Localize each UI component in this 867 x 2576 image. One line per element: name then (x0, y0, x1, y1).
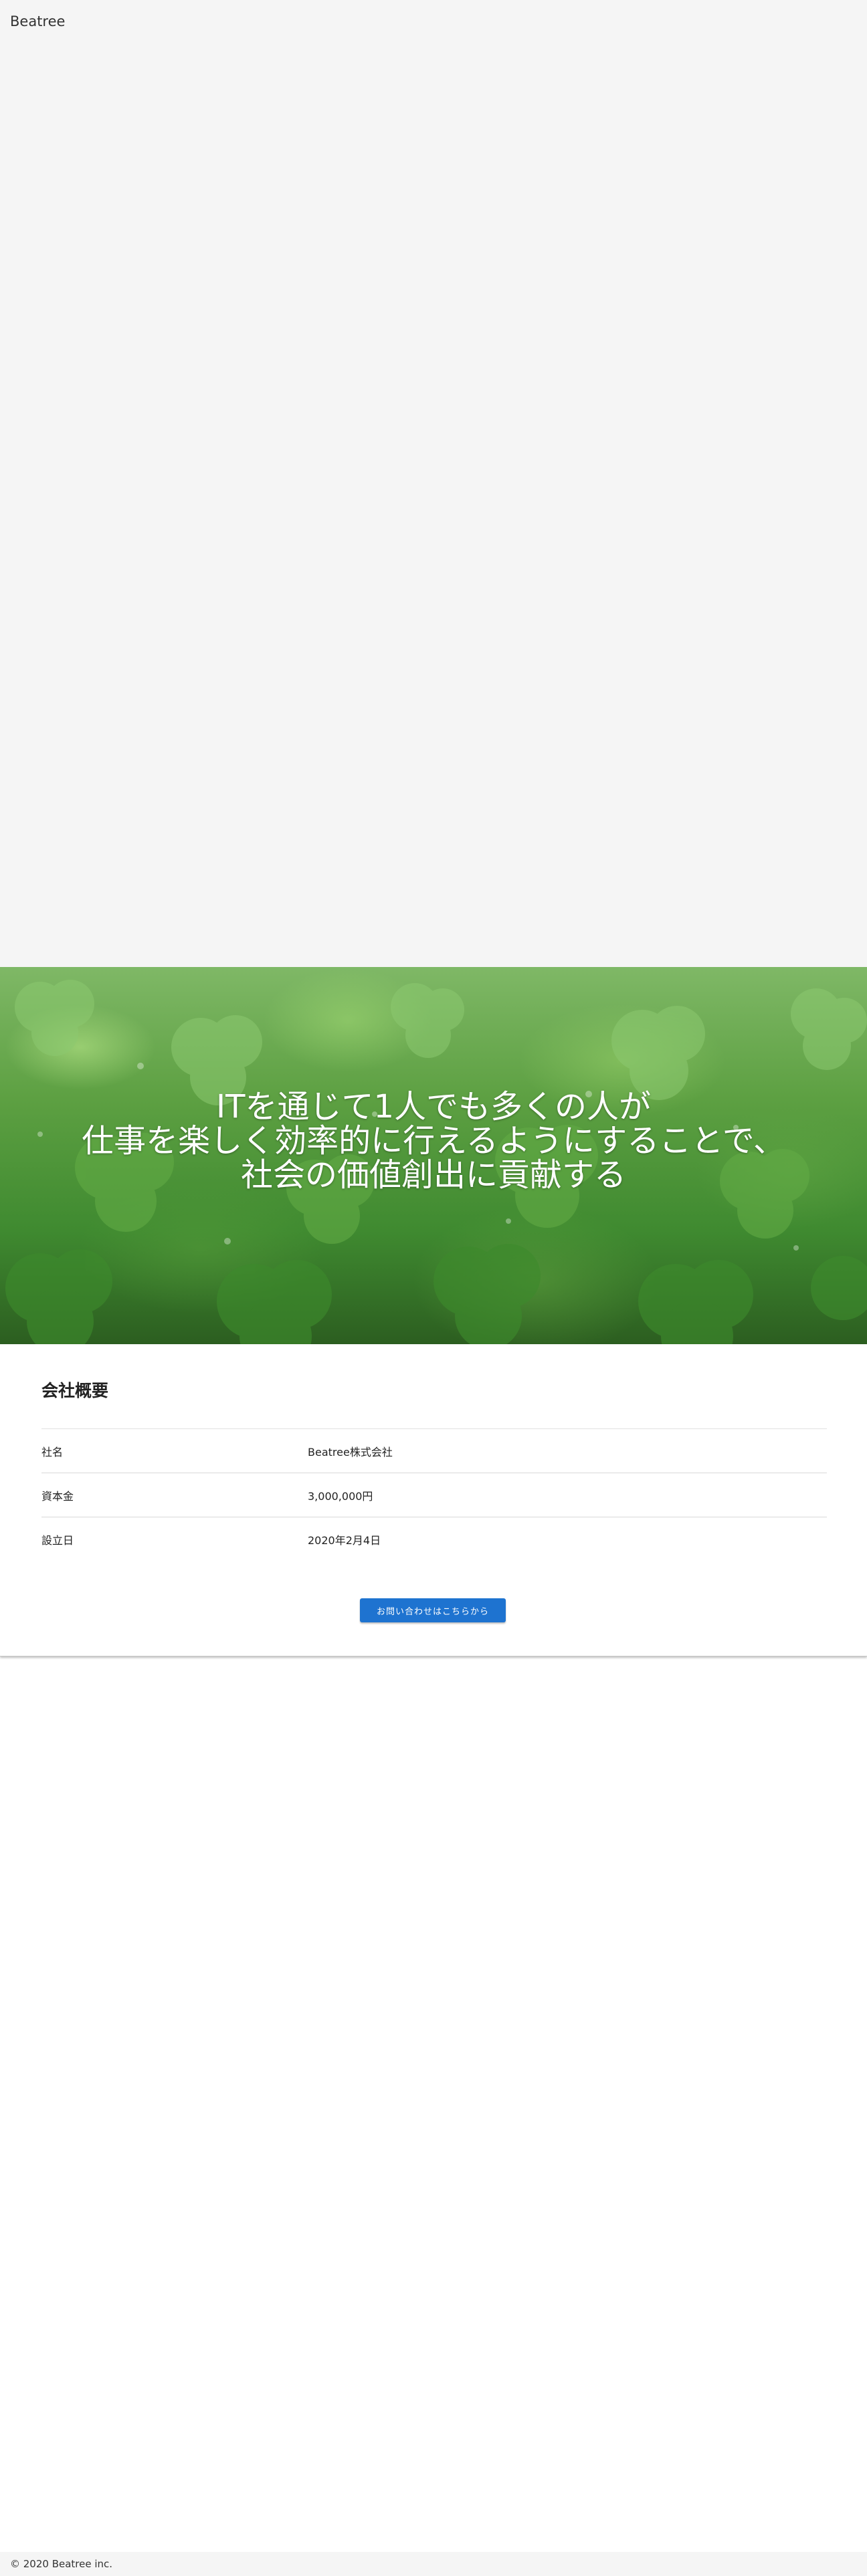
table-row: 資本金 3,000,000円 (41, 1473, 827, 1517)
site-brand[interactable]: Beatree (10, 13, 65, 29)
hero-line-1: ITを通じて1人でも多くの人が (215, 1088, 652, 1125)
header-area: Beatree (0, 0, 867, 967)
row-label-capital: 資本金 (41, 1489, 74, 1503)
table-row: 社名 Beatree株式会社 (41, 1428, 827, 1473)
hero-mission-statement: ITを通じて1人でも多くの人が 仕事を楽しく効率的に行えるようにすることで、 社… (0, 1090, 867, 1192)
row-value-capital: 3,000,000円 (308, 1489, 373, 1503)
table-row: 設立日 2020年2月4日 (41, 1517, 827, 1562)
row-value-founded: 2020年2月4日 (308, 1533, 381, 1547)
company-info-table: 社名 Beatree株式会社 資本金 3,000,000円 設立日 2020年2… (41, 1428, 827, 1562)
contact-button[interactable]: お問い合わせはこちらから (360, 1598, 506, 1622)
hero-line-3: 社会の価値創出に貢献する (240, 1156, 626, 1194)
hero-banner: ITを通じて1人でも多くの人が 仕事を楽しく効率的に行えるようにすることで、 社… (0, 967, 867, 1344)
row-label-company-name: 社名 (41, 1445, 64, 1459)
company-overview-title: 会社概要 (41, 1381, 109, 1400)
copyright-text: © 2020 Beatree inc. (10, 2558, 113, 2570)
footer: © 2020 Beatree inc. (0, 2552, 867, 2576)
row-value-company-name: Beatree株式会社 (308, 1445, 393, 1459)
company-overview-card: 会社概要 社名 Beatree株式会社 資本金 3,000,000円 設立日 2… (0, 1344, 867, 1656)
hero-line-2: 仕事を楽しく効率的に行えるようにすることで、 (82, 1122, 785, 1160)
row-label-founded: 設立日 (41, 1533, 74, 1547)
